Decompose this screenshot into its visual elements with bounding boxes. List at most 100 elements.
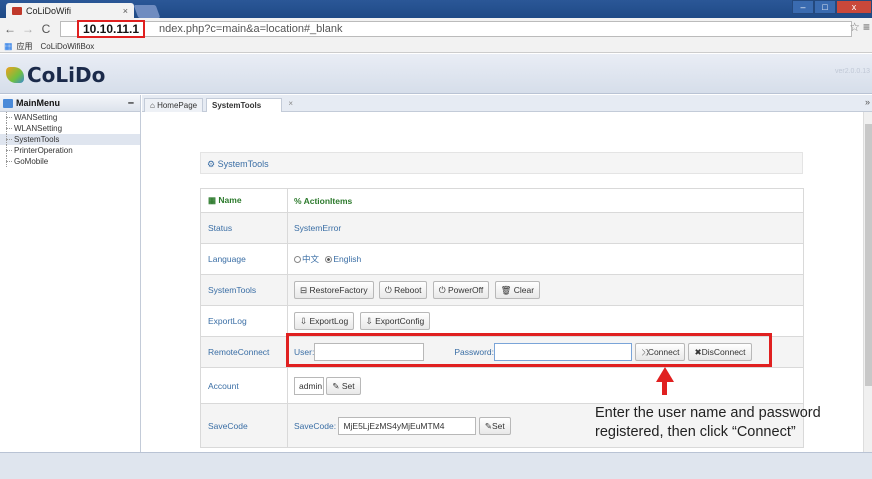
chrome-menu-icon[interactable]: ≡	[863, 20, 870, 34]
lang-english-label: English	[333, 254, 362, 264]
restore-factory-button[interactable]: ⊟ RestoreFactory	[294, 281, 374, 299]
table-row: Language 中文 English	[200, 243, 804, 275]
browser-tab[interactable]: CoLiDoWifi ×	[6, 3, 134, 18]
panel-title: SystemTools	[217, 159, 269, 169]
row-label-exportlog: ExportLog	[200, 305, 288, 337]
tab-systemtools-label: SystemTools	[212, 101, 262, 110]
col-name-label: Name	[218, 195, 242, 205]
apps-grid-icon[interactable]: ▦	[4, 41, 13, 52]
col-actions-header: % ActionItems	[287, 188, 804, 213]
instruction-line-2: registered, then click “Connect”	[595, 424, 796, 440]
logo-text: CoLiDo	[27, 63, 106, 87]
main-menu: MainMenu – WANSetting WLANSetting System…	[0, 95, 141, 452]
account-input[interactable]: admin	[294, 376, 324, 395]
close-tab-icon[interactable]: ×	[123, 6, 128, 16]
export-log-label: ExportLog	[309, 316, 349, 326]
savecode-input[interactable]: MjE5LjEzMS4yMjEuMTM4	[338, 416, 477, 435]
exportlog-actions: ⇩ ExportLog ⇩ ExportConfig	[287, 305, 804, 337]
instruction-note: Enter the user name and password registe…	[595, 404, 872, 442]
bookmark-star-icon[interactable]: ☆	[849, 20, 860, 34]
browser-tab-title: CoLiDoWifi	[26, 5, 72, 16]
tab-homepage-label: HomePage	[157, 101, 198, 110]
language-options: 中文 English	[287, 243, 804, 275]
systemtools-actions: ⊟ RestoreFactory ⏻ Reboot ⏻ PowerOff 🗑 C…	[287, 274, 804, 306]
menu-icon	[3, 98, 13, 108]
browser-tab-strip: CoLiDoWifi × – □ x	[0, 0, 872, 18]
menu-item-printeroperation[interactable]: PrinterOperation	[0, 145, 140, 156]
menu-item-wansetting[interactable]: WANSetting	[0, 112, 140, 123]
browser-toolbar: ← → C 10.10.11.1 ndex.php?c=main&a=locat…	[0, 18, 872, 40]
restore-factory-label: RestoreFactory	[309, 285, 368, 295]
main-content: ⚙ SystemTools ▦ Name % ActionItems Statu…	[142, 112, 863, 452]
url-host: 10.10.11.1	[77, 20, 146, 38]
clear-label: Clear	[513, 285, 535, 295]
row-label-systemtools: SystemTools	[200, 274, 288, 306]
calendar-icon: ▦	[208, 195, 217, 205]
forward-arrow-icon[interactable]: →	[20, 22, 36, 36]
maximize-button[interactable]: □	[814, 0, 836, 14]
account-set-button[interactable]: ✎ Set	[326, 376, 361, 395]
gear-icon: ⚙	[207, 159, 216, 169]
tab-systemtools[interactable]: SystemTools ×	[206, 98, 293, 112]
row-label-status: Status	[200, 212, 288, 244]
colido-logo-icon	[6, 67, 24, 83]
arrow-shaft	[662, 381, 667, 395]
savecode-field-label: SaveCode:	[294, 420, 337, 431]
lang-chinese-label: 中文	[302, 254, 320, 264]
export-log-button[interactable]: ⇩ ExportLog	[294, 312, 355, 330]
window-close-button[interactable]: x	[836, 0, 872, 14]
main-menu-title: MainMenu	[16, 98, 60, 108]
tab-homepage[interactable]: ⌂ HomePage	[144, 98, 204, 112]
bookmark-colido[interactable]: CoLiDoWifiBox	[41, 42, 95, 51]
scrollbar-thumb[interactable]	[865, 124, 872, 386]
app-header: CoLiDo ver2.0.0.13	[0, 54, 872, 94]
back-arrow-icon[interactable]: ←	[2, 22, 18, 36]
row-label-remoteconnect: RemoteConnect	[200, 336, 288, 368]
collapse-icon[interactable]: –	[128, 97, 134, 109]
highlight-box	[286, 333, 772, 367]
poweroff-button[interactable]: ⏻ PowerOff	[432, 281, 490, 299]
radio-chinese[interactable]	[294, 256, 301, 264]
col-actions-label: ActionItems	[303, 195, 353, 206]
instruction-line-1: Enter the user name and password	[595, 405, 821, 421]
export-config-button[interactable]: ⇩ ExportConfig	[359, 312, 431, 330]
reboot-label: Reboot	[394, 285, 422, 295]
poweroff-label: PowerOff	[447, 285, 484, 295]
savecode-set-label: Set	[491, 420, 505, 431]
link-icon: %	[294, 195, 302, 206]
bookmark-apps[interactable]: 应用	[17, 41, 33, 52]
table-row: ExportLog ⇩ ExportLog ⇩ ExportConfig	[200, 305, 804, 337]
reboot-button[interactable]: ⏻ Reboot	[378, 281, 428, 299]
account-actions: admin ✎ Set	[287, 367, 804, 404]
row-label-account: Account	[200, 367, 288, 404]
table-row: Account admin ✎ Set	[200, 367, 804, 404]
colido-logo: CoLiDo	[6, 63, 105, 87]
col-name-header: ▦ Name	[200, 188, 288, 213]
radio-english[interactable]	[325, 256, 333, 264]
export-config-label: ExportConfig	[375, 316, 425, 326]
content-tabs: ⌂ HomePage SystemTools × »	[142, 95, 872, 112]
minimize-button[interactable]: –	[792, 0, 814, 14]
tab-close-icon[interactable]: ×	[288, 97, 293, 110]
tabs-more-icon[interactable]: »	[865, 97, 870, 107]
table-header-row: ▦ Name % ActionItems	[200, 188, 804, 213]
bookmarks-bar: ▦ 应用 CoLiDoWifiBox	[0, 40, 872, 53]
menu-item-gomobile[interactable]: GoMobile	[0, 156, 140, 167]
content-scrollbar[interactable]	[863, 112, 872, 452]
address-bar[interactable]: 10.10.11.1 ndex.php?c=main&a=location#_b…	[60, 20, 852, 38]
menu-item-wlansetting[interactable]: WLANSetting	[0, 123, 140, 134]
arrow-up-icon	[656, 367, 674, 382]
clear-button[interactable]: 🗑 Clear	[494, 281, 541, 299]
url-path: ndex.php?c=main&a=location#_blank	[159, 23, 343, 35]
new-tab-button[interactable]	[133, 5, 161, 18]
favicon-icon	[12, 6, 22, 15]
status-value: SystemError	[287, 212, 804, 244]
panel-header: ⚙ SystemTools	[200, 152, 803, 174]
menu-item-systemtools[interactable]: SystemTools	[0, 134, 140, 145]
app-footer	[0, 452, 872, 479]
window-controls: – □ x	[792, 0, 872, 14]
table-row: Status SystemError	[200, 212, 804, 244]
main-menu-header: MainMenu –	[0, 95, 140, 112]
savecode-set-button[interactable]: ✎Set	[478, 416, 511, 435]
reload-icon[interactable]: C	[38, 22, 54, 36]
